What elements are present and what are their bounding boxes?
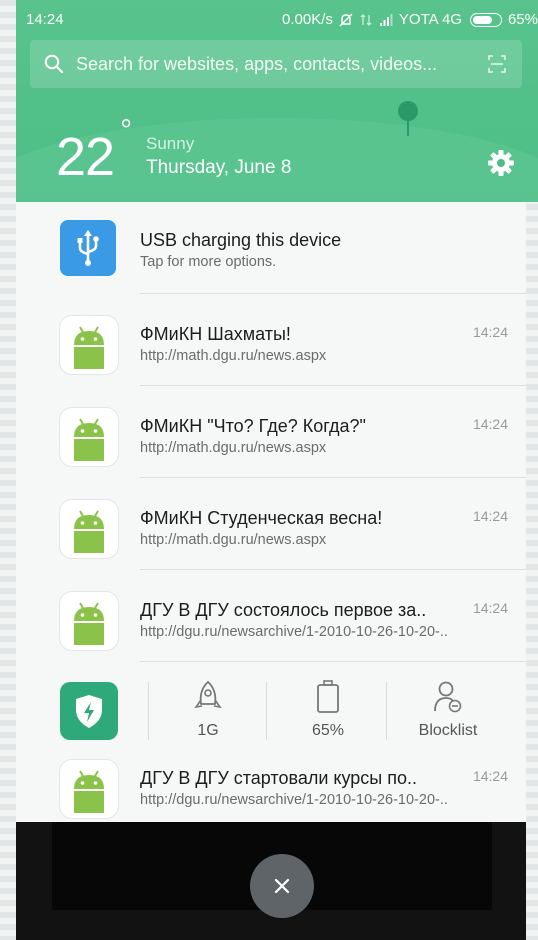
- notification-header: 14:24 0.00K/s YOTA 4G 65% Search for web…: [16, 0, 538, 202]
- usb-app-icon: [60, 220, 116, 276]
- scan-icon[interactable]: [488, 55, 506, 73]
- security-app-button[interactable]: [60, 682, 118, 740]
- app-icon: [60, 500, 118, 558]
- close-icon: [274, 878, 290, 894]
- android-icon: [74, 510, 104, 553]
- notification-title: ДГУ В ДГУ стартовали курсы по..: [140, 768, 417, 788]
- notification-time: 14:24: [472, 416, 508, 432]
- battery-percent: 65%: [507, 11, 538, 28]
- weather-temperature[interactable]: 22 °: [56, 114, 132, 188]
- tree-icon: [398, 101, 418, 136]
- signal-icon: [379, 13, 393, 26]
- divider: [148, 682, 149, 740]
- notification-item[interactable]: ФМиКН Шахматы! http://math.dgu.ru/news.a…: [16, 294, 526, 386]
- notification-url: http://dgu.ru/newsarchive/1-2010-10-26-1…: [140, 792, 448, 808]
- notification-title: ФМиКН "Что? Где? Когда?": [140, 416, 366, 436]
- app-icon: [60, 592, 118, 650]
- notification-url: http://math.dgu.ru/news.aspx: [140, 348, 327, 364]
- divider: [266, 682, 267, 740]
- left-edge-pattern: [0, 0, 16, 940]
- data-arrows-icon: [360, 13, 372, 26]
- usb-icon: [77, 230, 99, 266]
- status-bar: 14:24 0.00K/s YOTA 4G 65%: [16, 0, 538, 36]
- network-speed: 0.00K/s: [282, 11, 333, 28]
- app-icon: [60, 760, 118, 818]
- alarm-off-icon: [339, 13, 353, 26]
- weather-date: Thursday, June 8: [146, 157, 292, 178]
- carrier-name: YOTA 4G: [398, 11, 462, 28]
- notification-title: ДГУ В ДГУ состоялось первое за..: [140, 600, 427, 620]
- notification-time: 14:24: [472, 508, 508, 524]
- blocklist-icon: [434, 681, 462, 713]
- rocket-icon: [194, 680, 222, 709]
- search-icon: [44, 54, 64, 74]
- notification-url: http://math.dgu.ru/news.aspx: [140, 532, 327, 548]
- weather-condition: Sunny: [146, 134, 195, 153]
- battery-button[interactable]: 65%: [278, 680, 378, 740]
- shield-icon: [76, 695, 102, 728]
- search-bar[interactable]: Search for websites, apps, contacts, vid…: [30, 40, 522, 88]
- notification-title: ФМиКН Шахматы!: [140, 324, 291, 344]
- app-icon: [60, 316, 118, 374]
- notification-item[interactable]: ФМиКН Студенческая весна! http://math.dg…: [16, 478, 526, 570]
- gear-icon[interactable]: [486, 148, 516, 178]
- notification-time: 14:24: [472, 600, 508, 616]
- android-icon: [74, 602, 104, 645]
- blocklist-label: Blocklist: [418, 722, 478, 739]
- quick-actions-row: 1G 65% Blocklist: [16, 670, 526, 756]
- battery-label: 65%: [311, 722, 345, 739]
- battery-icon: [469, 12, 502, 27]
- divider: [386, 682, 387, 740]
- status-time: 14:24: [26, 11, 64, 28]
- notification-item[interactable]: ФМиКН "Что? Где? Когда?" http://math.dgu…: [16, 386, 526, 478]
- memory-cleanup-button[interactable]: 1G: [158, 680, 258, 740]
- android-icon: [74, 326, 104, 369]
- usb-notification[interactable]: USB charging this device Tap for more op…: [16, 202, 526, 294]
- app-icon: [60, 408, 118, 466]
- search-placeholder: Search for websites, apps, contacts, vid…: [76, 53, 438, 74]
- blocklist-button[interactable]: Blocklist: [398, 680, 498, 740]
- usb-subtitle: Tap for more options.: [140, 254, 277, 270]
- status-indicators: 0.00K/s YOTA 4G 65%: [282, 11, 538, 28]
- notification-title: ФМиКН Студенческая весна!: [140, 508, 383, 528]
- android-icon: [74, 418, 104, 461]
- battery-icon: [317, 680, 339, 713]
- notification-item[interactable]: ДГУ В ДГУ состоялось первое за.. http://…: [16, 570, 526, 662]
- divider: [140, 661, 526, 662]
- usb-title: USB charging this device: [140, 230, 342, 250]
- memory-label: 1G: [197, 722, 219, 739]
- notification-url: http://math.dgu.ru/news.aspx: [140, 440, 327, 456]
- close-button[interactable]: [250, 854, 314, 918]
- notification-time: 14:24: [472, 768, 508, 784]
- notification-time: 14:24: [472, 324, 508, 340]
- notification-url: http://dgu.ru/newsarchive/1-2010-10-26-1…: [140, 624, 448, 640]
- android-icon: [74, 770, 104, 813]
